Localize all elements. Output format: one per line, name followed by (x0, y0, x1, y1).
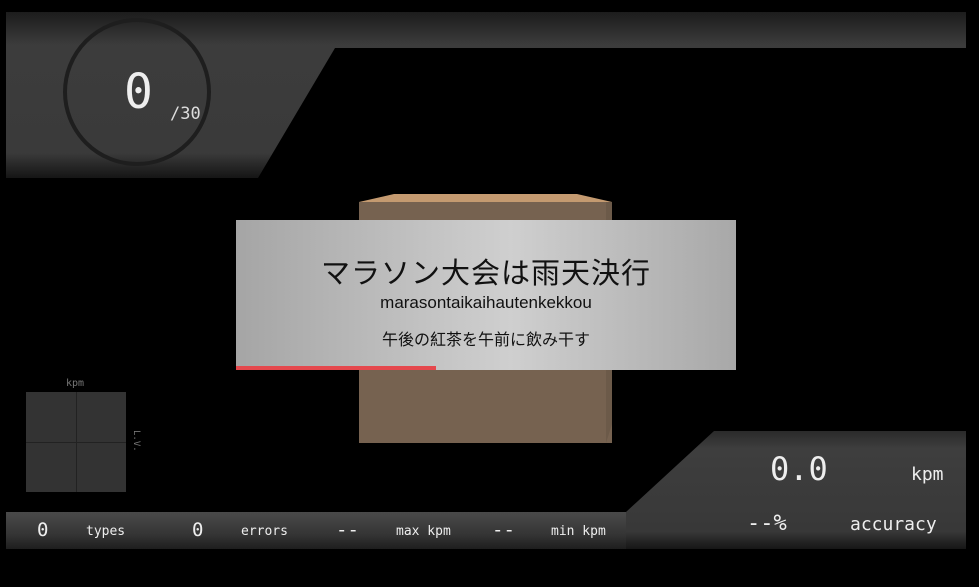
counter-value: 0 (124, 64, 153, 120)
counter-total: /30 (170, 104, 201, 124)
types-value: 0 (37, 519, 49, 541)
accuracy-label: accuracy (850, 514, 937, 535)
min-kpm-value: -- (492, 519, 515, 541)
types-label: types (86, 524, 126, 539)
next-word: 午後の紅茶を午前に飲み干す (381, 332, 590, 349)
graph-label-kpm: kpm (66, 378, 85, 389)
graph-axis-vertical (76, 392, 77, 492)
min-kpm-label: min kpm (551, 524, 606, 539)
accuracy-value: --% (747, 511, 787, 536)
word-romaji: marasontaikaihautenkekkou (380, 293, 592, 312)
errors-value: 0 (192, 519, 204, 541)
speed-unit: kpm (911, 464, 944, 485)
max-kpm-value: -- (336, 519, 359, 541)
progress-bar (236, 366, 436, 370)
graph-label-lv: L.V. (131, 430, 141, 452)
errors-label: errors (241, 524, 288, 539)
word-card: マラソン大会は雨天決行 marasontaikaihautenkekkou 午後… (236, 220, 736, 370)
max-kpm-label: max kpm (396, 524, 451, 539)
mini-graph (26, 392, 126, 492)
word-japanese: マラソン大会は雨天決行 (320, 258, 651, 290)
speed-value: 0.0 (770, 450, 828, 488)
